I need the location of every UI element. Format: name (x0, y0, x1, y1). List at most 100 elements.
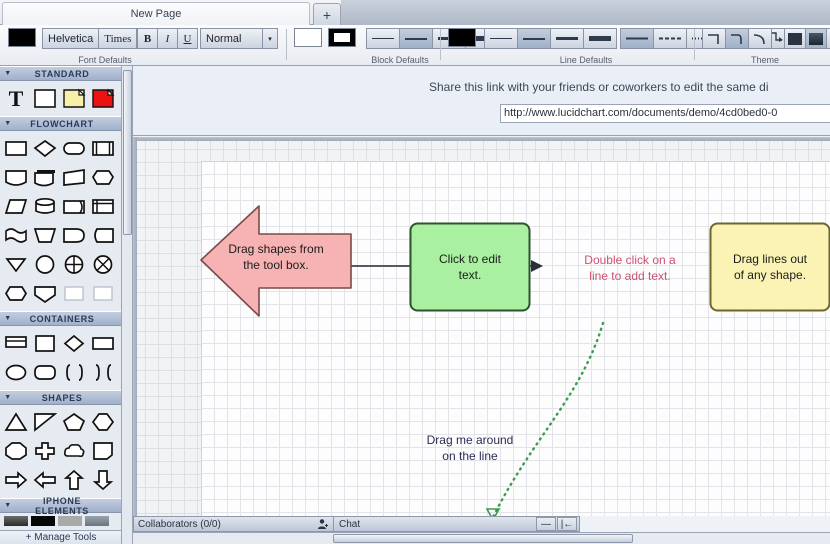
share-url-input[interactable]: http://www.lucidchart.com/documents/demo… (500, 104, 830, 123)
flowchart-connector-shape[interactable] (31, 250, 58, 277)
shape-octagon[interactable] (2, 437, 29, 464)
line-weight-1-button[interactable] (484, 28, 518, 49)
shape-arrow-left[interactable] (31, 466, 58, 493)
block-weight-1-button[interactable] (366, 28, 400, 49)
flowchart-extract-shape[interactable] (31, 279, 58, 306)
iphone-element-4[interactable] (85, 516, 109, 526)
person-icon[interactable] (317, 518, 329, 530)
flowchart-manual-op-shape[interactable] (31, 221, 58, 248)
flowchart-tape-shape[interactable] (60, 192, 87, 219)
container-ellipse-shape[interactable] (2, 358, 29, 385)
flowchart-cylinder-shape[interactable] (31, 192, 58, 219)
flowchart-wave-shape[interactable] (2, 221, 29, 248)
font-times-button[interactable]: Times (98, 28, 138, 49)
font-helvetica-button[interactable]: Helvetica (42, 28, 100, 49)
curve-label[interactable]: Drag me around on the line (395, 432, 545, 464)
canvas-horizontal-scrollbar[interactable] (133, 532, 830, 544)
shape-red-note[interactable] (89, 84, 116, 111)
shape-arrow-down[interactable] (89, 466, 116, 493)
line-color-swatch[interactable] (448, 28, 476, 47)
connector-label[interactable]: Double click on a line to add text. (565, 252, 695, 284)
shape-cloud[interactable] (60, 437, 87, 464)
sidebar-section-standard[interactable]: ▼ STANDARD (0, 66, 121, 81)
font-size-select[interactable]: Normal ▾ (200, 28, 278, 49)
sidebar-section-shapes[interactable]: ▼ SHAPES (0, 390, 121, 405)
canvas-horizontal-scrollbar-thumb[interactable] (333, 534, 633, 543)
flowchart-multidoc-shape[interactable] (31, 163, 58, 190)
shape-arrow-up[interactable] (60, 466, 87, 493)
flowchart-blank-shape-1[interactable] (60, 279, 87, 306)
flowchart-decision-shape[interactable] (31, 134, 58, 161)
sidebar-scrollbar[interactable] (122, 66, 133, 544)
sidebar-section-iphone-elements[interactable]: ▼ IPHONE ELEMENTS (0, 496, 121, 516)
diagram-canvas[interactable]: Drag shapes from the tool box. Click to … (133, 137, 830, 516)
theme-fill-gradient-button[interactable] (805, 28, 827, 49)
shape-text-tool[interactable]: T (2, 84, 29, 111)
flowchart-data-shape[interactable] (60, 163, 87, 190)
flowchart-blank-shape-2[interactable] (89, 279, 116, 306)
line-weight-4-button[interactable] (583, 28, 617, 49)
block-border-swatch[interactable] (328, 28, 356, 47)
flowchart-stored-data-shape[interactable] (89, 221, 116, 248)
theme-fill-flat-button[interactable] (784, 28, 806, 49)
iphone-element-2[interactable] (31, 516, 55, 526)
shape-right-triangle[interactable] (31, 408, 58, 435)
font-color-swatch[interactable] (8, 28, 36, 47)
theme-corner-rounded-button[interactable] (725, 28, 749, 49)
flowchart-summing-junction-shape[interactable] (60, 250, 87, 277)
container-rect-shape[interactable] (31, 329, 58, 356)
shape-green-box[interactable]: Click to edit text. (409, 222, 531, 312)
theme-corner-curved-button[interactable] (748, 28, 772, 49)
shape-arrow-right[interactable] (2, 466, 29, 493)
container-wide-rect-shape[interactable] (89, 329, 116, 356)
flowchart-delay-shape[interactable] (60, 221, 87, 248)
shape-yellow-note[interactable] (60, 84, 87, 111)
sidebar-section-flowchart[interactable]: ▼ FLOWCHART (0, 116, 121, 131)
container-diamond-shape[interactable] (60, 329, 87, 356)
line-weight-3-button[interactable] (550, 28, 584, 49)
manage-tools-button[interactable]: + Manage Tools (0, 530, 121, 544)
sidebar-scrollbar-thumb[interactable] (123, 70, 132, 235)
iphone-element-3[interactable] (58, 516, 82, 526)
flowchart-prep-shape[interactable] (89, 163, 116, 190)
flowchart-elongated-hex-shape[interactable] (2, 279, 29, 306)
flowchart-document-shape[interactable] (2, 163, 29, 190)
underline-button[interactable]: U (177, 28, 198, 49)
block-weight-2-button[interactable] (399, 28, 433, 49)
iphone-element-1[interactable] (4, 516, 28, 526)
chat-panel[interactable]: Chat — |← (333, 516, 580, 532)
collaborators-panel[interactable]: Collaborators (0/0) (133, 516, 333, 532)
shape-cross[interactable] (31, 437, 58, 464)
container-brace-left-shape[interactable] (60, 358, 87, 385)
flowchart-or-shape[interactable] (89, 250, 116, 277)
flowchart-process-shape[interactable] (2, 134, 29, 161)
line-weight-2-button[interactable] (517, 28, 551, 49)
shape-pink-arrow[interactable]: Drag shapes from the tool box. (199, 200, 353, 321)
shape-folded-corner[interactable] (89, 437, 116, 464)
chat-minimize-button[interactable]: — (536, 517, 556, 531)
flowchart-merge-shape[interactable] (2, 250, 29, 277)
theme-corner-sharp-button[interactable] (702, 28, 726, 49)
flowchart-internal-storage-shape[interactable] (89, 192, 116, 219)
bold-button[interactable]: B (137, 28, 158, 49)
container-header-shape[interactable] (2, 329, 29, 356)
theme-fill-light-button[interactable] (826, 28, 830, 49)
flowchart-terminator-shape[interactable] (60, 134, 87, 161)
line-style-solid-button[interactable] (620, 28, 654, 49)
container-brace-right-shape[interactable] (89, 358, 116, 385)
page-tab-new-page[interactable]: New Page (2, 2, 310, 25)
shape-hexagon[interactable] (89, 408, 116, 435)
chat-collapse-button[interactable]: |← (557, 517, 577, 531)
sidebar-section-containers[interactable]: ▼ CONTAINERS (0, 311, 121, 326)
add-page-button[interactable]: + (313, 3, 341, 25)
italic-button[interactable]: I (157, 28, 178, 49)
block-fill-swatch[interactable] (294, 28, 322, 47)
flowchart-predefined-shape[interactable] (89, 134, 116, 161)
line-style-dashed-button[interactable] (653, 28, 687, 49)
container-rounded-shape[interactable] (31, 358, 58, 385)
flowchart-parallelogram-shape[interactable] (2, 192, 29, 219)
shape-yellow-box[interactable]: Drag lines out of any shape. (709, 222, 830, 312)
shape-pentagon[interactable] (60, 408, 87, 435)
shape-white-block[interactable] (31, 84, 58, 111)
shape-triangle[interactable] (2, 408, 29, 435)
